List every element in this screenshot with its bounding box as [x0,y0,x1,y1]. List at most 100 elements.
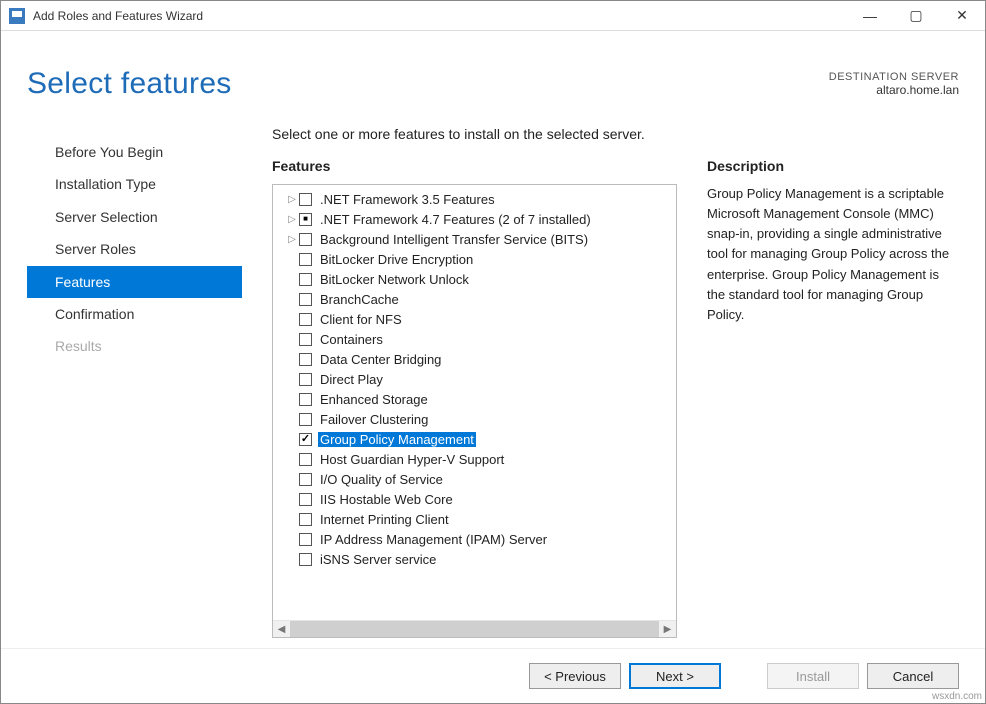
maximize-button[interactable]: ▢ [893,1,939,31]
titlebar: Add Roles and Features Wizard — ▢ ✕ [1,1,985,31]
feature-checkbox[interactable] [299,493,312,506]
feature-label: BranchCache [318,292,401,307]
close-button[interactable]: ✕ [939,1,985,31]
feature-checkbox[interactable] [299,453,312,466]
feature-checkbox[interactable] [299,353,312,366]
feature-label: Enhanced Storage [318,392,430,407]
feature-label: IP Address Management (IPAM) Server [318,532,549,547]
scroll-left-icon[interactable]: ◀ [273,621,290,638]
feature-node[interactable]: Group Policy Management [279,429,676,449]
sidebar-step-0[interactable]: Before You Begin [27,136,242,168]
feature-checkbox[interactable] [299,313,312,326]
main-pane: Select one or more features to install o… [242,126,959,638]
feature-node[interactable]: IP Address Management (IPAM) Server [279,529,676,549]
feature-node[interactable]: Direct Play [279,369,676,389]
scroll-right-icon[interactable]: ▶ [659,621,676,638]
features-column: Features ▷ .NET Framework 3.5 Features ▷ .N… [272,158,677,638]
columns: Features ▷ .NET Framework 3.5 Features ▷ .N… [272,158,959,638]
feature-node[interactable]: BitLocker Network Unlock [279,269,676,289]
feature-label: IIS Hostable Web Core [318,492,455,507]
destination-server-info: DESTINATION SERVER altaro.home.lan [829,71,959,97]
cancel-button[interactable]: Cancel [867,663,959,689]
feature-node[interactable]: BranchCache [279,289,676,309]
feature-node[interactable]: I/O Quality of Service [279,469,676,489]
feature-node[interactable]: Internet Printing Client [279,509,676,529]
feature-node[interactable]: iSNS Server service [279,549,676,569]
feature-label: .NET Framework 4.7 Features (2 of 7 inst… [318,212,593,227]
feature-checkbox[interactable] [299,473,312,486]
feature-checkbox[interactable] [299,193,312,206]
destination-server-name: altaro.home.lan [829,83,959,97]
feature-node[interactable]: Failover Clustering [279,409,676,429]
feature-checkbox[interactable] [299,553,312,566]
sidebar-step-6: Results [27,330,242,362]
feature-node[interactable]: Containers [279,329,676,349]
feature-node[interactable]: IIS Hostable Web Core [279,489,676,509]
expander-icon[interactable]: ▷ [285,194,299,205]
minimize-button[interactable]: — [847,1,893,31]
feature-label: .NET Framework 3.5 Features [318,192,497,207]
feature-node[interactable]: ▷ .NET Framework 4.7 Features (2 of 7 ins… [279,209,676,229]
sidebar-step-2[interactable]: Server Selection [27,201,242,233]
description-section-title: Description [707,158,959,174]
feature-label: iSNS Server service [318,552,438,567]
feature-label: Data Center Bridging [318,352,443,367]
features-tree-container: ▷ .NET Framework 3.5 Features ▷ .NET Framew… [272,184,677,638]
feature-checkbox[interactable] [299,233,312,246]
install-button: Install [767,663,859,689]
next-button[interactable]: Next > [629,663,721,689]
window-title: Add Roles and Features Wizard [33,9,847,23]
scrollbar-thumb[interactable] [290,621,659,638]
feature-checkbox[interactable] [299,293,312,306]
content-area: Before You BeginInstallation TypeServer … [1,126,985,648]
feature-label: Internet Printing Client [318,512,451,527]
feature-checkbox[interactable] [299,213,312,226]
feature-node[interactable]: BitLocker Drive Encryption [279,249,676,269]
sidebar-step-4[interactable]: Features [27,266,242,298]
feature-node[interactable]: Host Guardian Hyper-V Support [279,449,676,469]
feature-label: I/O Quality of Service [318,472,445,487]
expander-icon[interactable]: ▷ [285,214,299,225]
feature-checkbox[interactable] [299,413,312,426]
description-column: Description Group Policy Management is a… [707,158,959,638]
feature-label: BitLocker Drive Encryption [318,252,475,267]
feature-checkbox[interactable] [299,393,312,406]
feature-checkbox[interactable] [299,273,312,286]
feature-checkbox[interactable] [299,253,312,266]
feature-node[interactable]: ▷ .NET Framework 3.5 Features [279,189,676,209]
horizontal-scrollbar[interactable]: ◀ ▶ [273,620,676,637]
feature-node[interactable]: Client for NFS [279,309,676,329]
destination-label: DESTINATION SERVER [829,71,959,83]
wizard-footer: < Previous Next > Install Cancel [1,648,985,703]
features-tree[interactable]: ▷ .NET Framework 3.5 Features ▷ .NET Framew… [273,185,676,620]
wizard-header: Select features DESTINATION SERVER altar… [1,31,985,126]
window-controls: — ▢ ✕ [847,1,985,31]
feature-label: Client for NFS [318,312,404,327]
feature-label: Host Guardian Hyper-V Support [318,452,506,467]
feature-node[interactable]: ▷ Background Intelligent Transfer Service… [279,229,676,249]
feature-checkbox[interactable] [299,433,312,446]
feature-label: Direct Play [318,372,385,387]
watermark: wsxdn.com [932,691,982,702]
previous-button[interactable]: < Previous [529,663,621,689]
instruction-text: Select one or more features to install o… [272,126,959,142]
sidebar-step-3[interactable]: Server Roles [27,233,242,265]
feature-node[interactable]: Data Center Bridging [279,349,676,369]
feature-label: BitLocker Network Unlock [318,272,471,287]
feature-label: Background Intelligent Transfer Service … [318,232,590,247]
wizard-sidebar: Before You BeginInstallation TypeServer … [27,126,242,638]
features-section-title: Features [272,158,677,174]
feature-checkbox[interactable] [299,533,312,546]
description-text: Group Policy Management is a scriptable … [707,184,959,325]
app-icon [9,8,25,24]
feature-node[interactable]: Enhanced Storage [279,389,676,409]
feature-label: Failover Clustering [318,412,430,427]
page-title: Select features [27,67,232,101]
sidebar-step-1[interactable]: Installation Type [27,168,242,200]
sidebar-step-5[interactable]: Confirmation [27,298,242,330]
feature-checkbox[interactable] [299,513,312,526]
feature-checkbox[interactable] [299,373,312,386]
feature-checkbox[interactable] [299,333,312,346]
feature-label: Group Policy Management [318,432,476,447]
expander-icon[interactable]: ▷ [285,234,299,245]
